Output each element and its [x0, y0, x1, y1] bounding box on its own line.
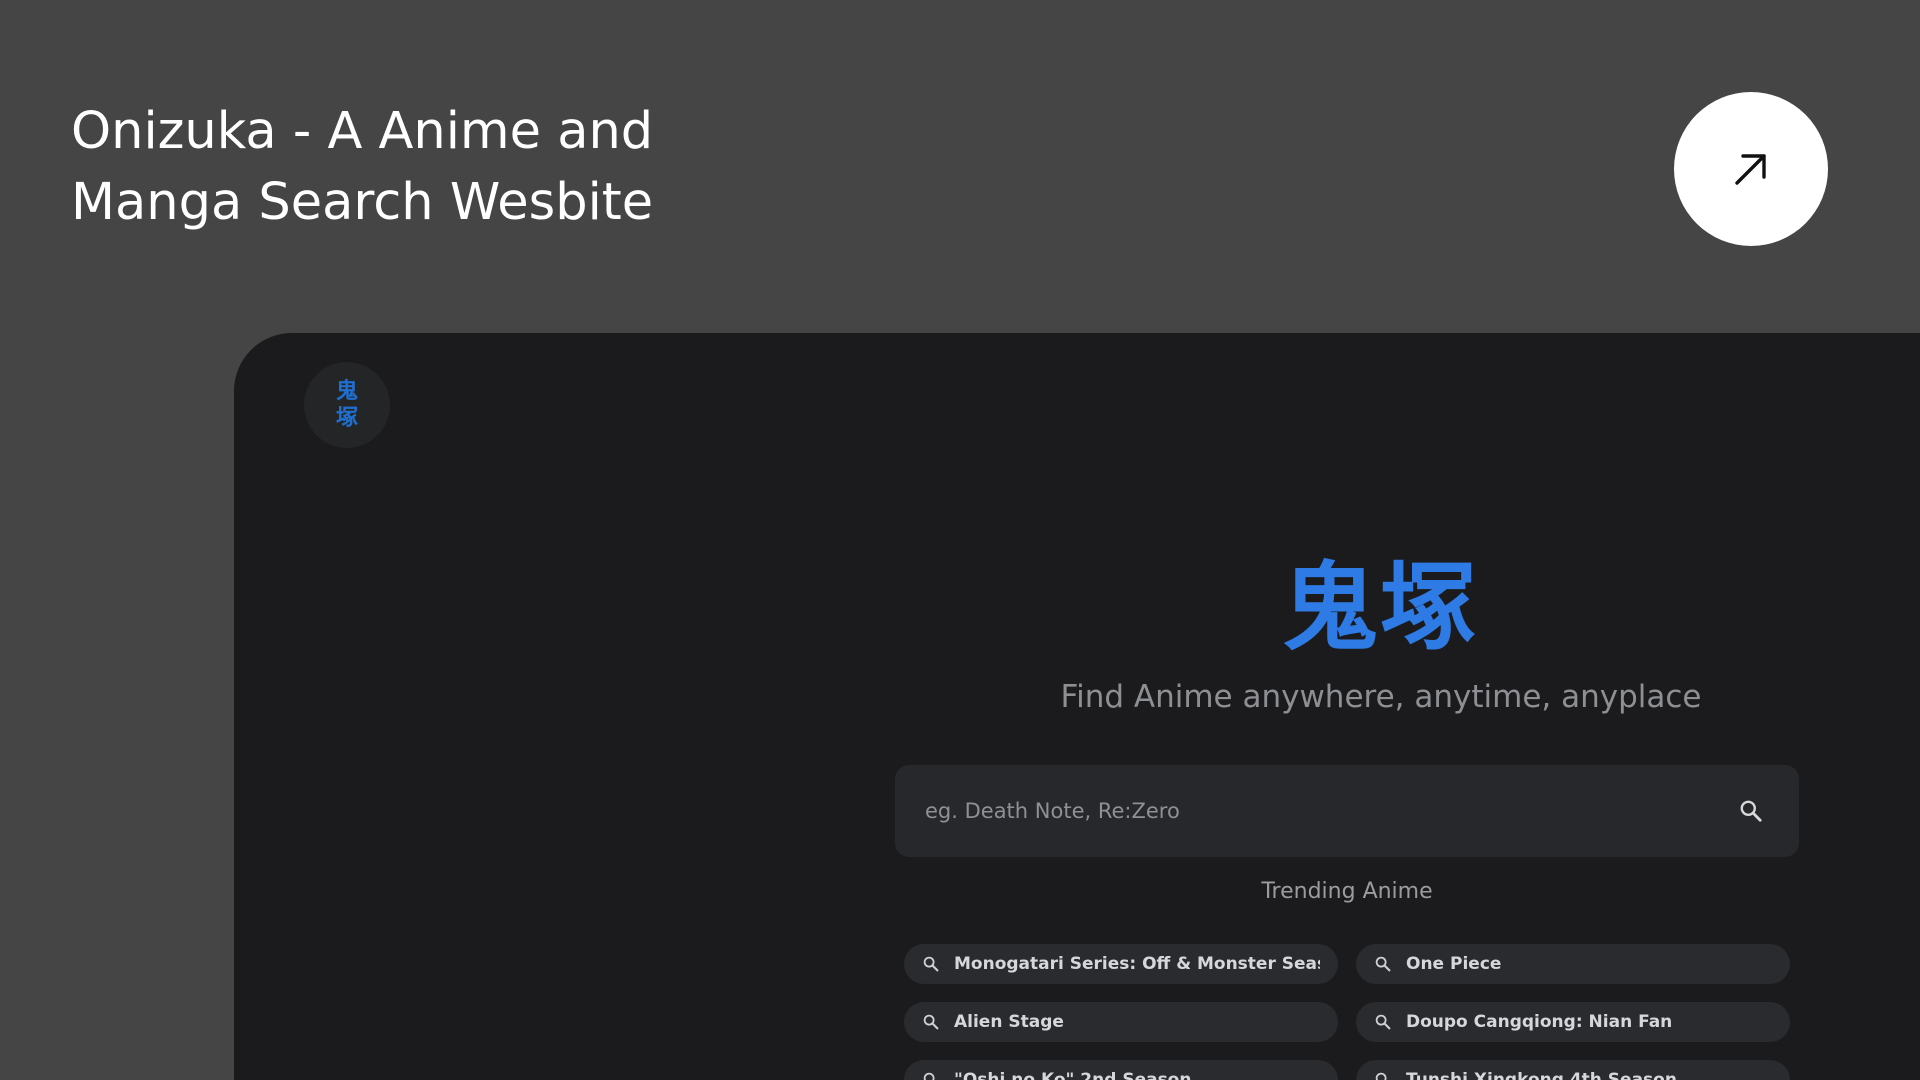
search-icon [922, 1012, 942, 1032]
search-icon [922, 1070, 942, 1080]
search-button[interactable] [1731, 791, 1771, 831]
trending-chip-label: "Oshi no Ko" 2nd Season [954, 1070, 1192, 1080]
trending-heading: Trending Anime [1261, 879, 1433, 904]
search-icon [1374, 954, 1394, 974]
trending-chip-label: Monogatari Series: Off & Monster Season [954, 954, 1320, 974]
page-title: Onizuka - A Anime and Manga Search Wesbi… [71, 96, 771, 238]
website-screenshot: 鬼 塚 鬼塚 Find Anime anywhere, anytime, any… [234, 333, 1920, 1080]
trending-chip-label: Alien Stage [954, 1012, 1064, 1032]
search-icon [1740, 800, 1762, 822]
presentation-page: Onizuka - A Anime and Manga Search Wesbi… [0, 0, 1920, 1080]
page-title-line-1: Onizuka - A Anime and [71, 102, 654, 161]
page-title-line-2: Manga Search Wesbite [71, 173, 654, 232]
logo-char-2: 塚 [335, 406, 358, 431]
trending-chip[interactable]: Monogatari Series: Off & Monster Season [904, 944, 1338, 984]
tagline: Find Anime anywhere, anytime, anyplace [1060, 679, 1702, 715]
trending-chip-label: One Piece [1406, 954, 1502, 974]
trending-chip[interactable]: One Piece [1356, 944, 1790, 984]
arrow-up-right-icon [1735, 154, 1766, 185]
hero-logo: 鬼塚 [1282, 552, 1478, 664]
trending-chip[interactable]: "Oshi no Ko" 2nd Season [904, 1060, 1338, 1080]
search-bar [895, 765, 1799, 857]
trending-list: Monogatari Series: Off & Monster Season … [904, 944, 1790, 1080]
trending-chip-label: Doupo Cangqiong: Nian Fan [1406, 1012, 1673, 1032]
trending-chip-label: Tunshi Xingkong 4th Season [1406, 1070, 1677, 1080]
site-logo-badge[interactable]: 鬼 塚 [304, 362, 390, 448]
trending-chip[interactable]: Alien Stage [904, 1002, 1338, 1042]
open-website-button[interactable] [1674, 92, 1828, 246]
search-input[interactable] [923, 798, 1731, 824]
trending-chip[interactable]: Doupo Cangqiong: Nian Fan [1356, 1002, 1790, 1042]
search-icon [1374, 1070, 1394, 1080]
search-icon [922, 954, 942, 974]
logo-char-1: 鬼 [335, 379, 358, 404]
trending-chip[interactable]: Tunshi Xingkong 4th Season [1356, 1060, 1790, 1080]
search-icon [1374, 1012, 1394, 1032]
